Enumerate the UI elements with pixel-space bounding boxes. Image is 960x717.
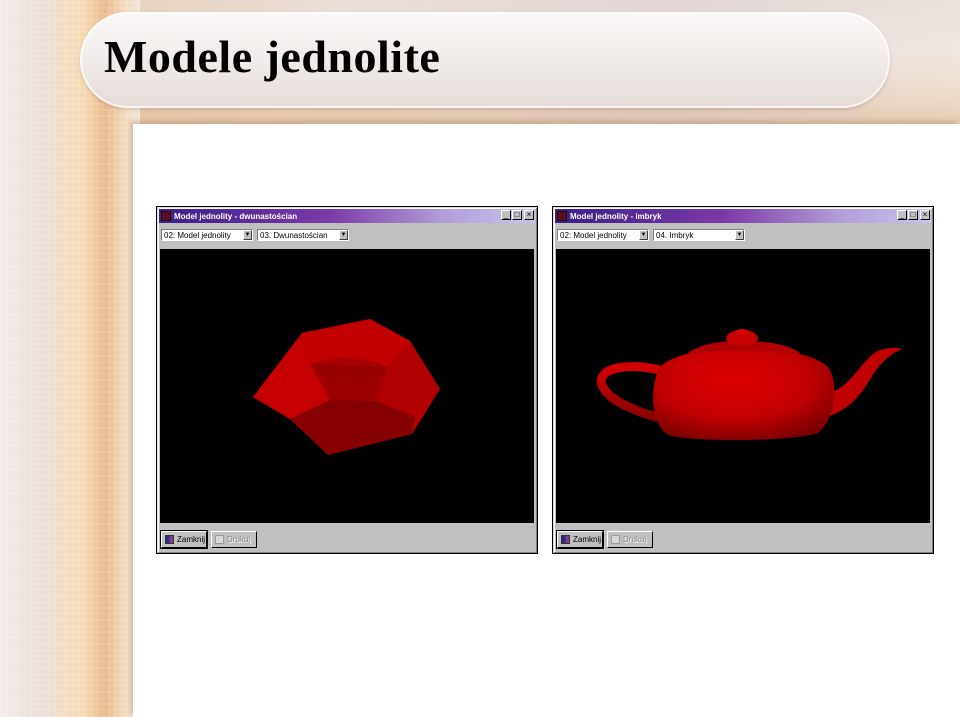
model-select-value: 02: Model jednolity: [164, 230, 231, 240]
chevron-down-icon[interactable]: ▼: [639, 230, 648, 240]
window-titlebar[interactable]: Model jednolity - imbryk _ □ ×: [555, 209, 931, 223]
model-select[interactable]: 02: Model jednolity ▼: [557, 229, 649, 241]
dodecahedron-render: [253, 319, 440, 455]
print-button[interactable]: Drukuj: [607, 530, 653, 548]
model-select-value: 02: Model jednolity: [560, 230, 627, 240]
print-button[interactable]: Drukuj: [211, 530, 257, 548]
slide-title: Modele jednolite: [104, 31, 441, 82]
door-icon: [561, 534, 570, 544]
door-icon: [165, 534, 174, 544]
render-viewport[interactable]: [160, 249, 534, 523]
printer-icon: [215, 534, 224, 544]
print-button-label: Drukuj: [623, 534, 647, 544]
minimize-button[interactable]: _: [501, 210, 511, 220]
chevron-down-icon[interactable]: ▼: [243, 230, 252, 240]
print-button-label: Drukuj: [227, 534, 251, 544]
window-toolbar: 02: Model jednolity ▼ 04. Imbryk ▼: [557, 227, 929, 243]
window-title: Model jednolity - dwunastościan: [174, 211, 298, 221]
object-select[interactable]: 03. Dwunastościan ▼: [257, 229, 349, 241]
object-select-value: 04. Imbryk: [656, 230, 694, 240]
object-select-value: 03. Dwunastościan: [260, 230, 328, 240]
model-select[interactable]: 02: Model jednolity ▼: [161, 229, 253, 241]
minimize-button[interactable]: _: [897, 210, 907, 220]
slide-background-left: [0, 0, 140, 717]
teapot-spout: [826, 347, 902, 417]
window-toolbar: 02: Model jednolity ▼ 03. Dwunastościan …: [161, 227, 533, 243]
printer-icon: [611, 534, 620, 544]
chevron-down-icon[interactable]: ▼: [735, 230, 744, 240]
maximize-button[interactable]: □: [908, 210, 918, 220]
close-window-button[interactable]: ×: [524, 210, 534, 220]
window-bottombar: Zamknij Drukuj: [556, 529, 929, 549]
window-teapot: Model jednolity - imbryk _ □ × 02: Model…: [552, 206, 934, 554]
close-button[interactable]: Zamknij: [556, 529, 604, 549]
close-button-label: Zamknij: [177, 534, 206, 544]
render-viewport[interactable]: [556, 249, 930, 523]
teapot-render: [596, 329, 902, 441]
window-bottombar: Zamknij Drukuj: [160, 529, 533, 549]
object-select[interactable]: 04. Imbryk ▼: [653, 229, 745, 241]
close-button-label: Zamknij: [573, 534, 602, 544]
teapot-body: [653, 349, 835, 441]
window-dodecahedron: Model jednolity - dwunastościan _ □ × 02…: [156, 206, 538, 554]
app-icon: [557, 211, 567, 221]
app-icon: [161, 211, 171, 221]
window-title: Model jednolity - imbryk: [570, 211, 662, 221]
chevron-down-icon[interactable]: ▼: [339, 230, 348, 240]
close-window-button[interactable]: ×: [920, 210, 930, 220]
window-titlebar[interactable]: Model jednolity - dwunastościan _ □ ×: [159, 209, 535, 223]
close-button[interactable]: Zamknij: [160, 529, 208, 549]
maximize-button[interactable]: □: [512, 210, 522, 220]
